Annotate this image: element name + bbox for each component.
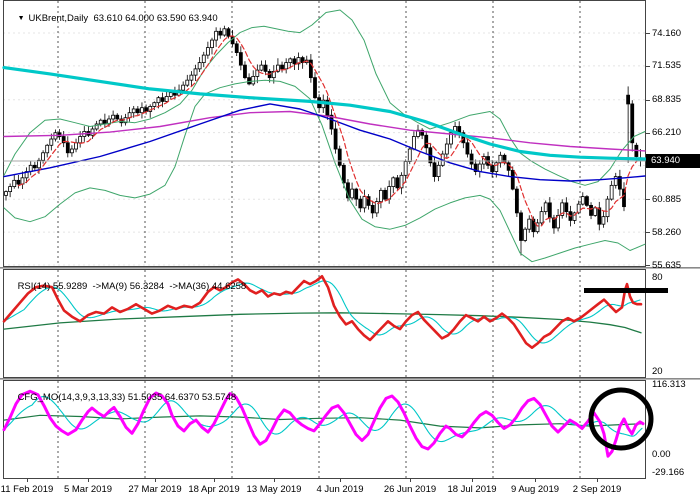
date-axis: 11 Feb 2019 5 Mar 2019 27 Mar 2019 18 Apr 2… [0, 479, 700, 500]
ohlc-values-label: 63.610 64.000 63.590 63.940 [88, 13, 217, 24]
date-tick-label: 9 Aug 2019 [511, 484, 559, 495]
panel-splitter[interactable] [0, 267, 700, 269]
date-tick-label: 2 Sep 2019 [573, 484, 622, 495]
panel-splitter[interactable] [0, 378, 700, 380]
date-tick-label: 5 Mar 2019 [64, 484, 112, 495]
date-tick-mark [597, 479, 598, 482]
cfg-header: CFG_MO(14,3,9,3,13,33) 51.5035 64.6370 5… [7, 381, 236, 414]
current-price-box: 63.940 [646, 154, 700, 168]
date-tick-label: 4 Jun 2019 [316, 484, 363, 495]
ellipse-annotation[interactable] [591, 390, 651, 448]
main-price-chart[interactable] [0, 0, 700, 267]
date-tick-mark [274, 479, 275, 482]
rsi-resistance-trendline[interactable] [584, 288, 668, 293]
date-tick-label: 26 Jun 2019 [384, 484, 436, 495]
date-tick-mark [410, 479, 411, 482]
bollinger-upper-band [4, 10, 645, 185]
chart-title: ▼ UKBrent,Daily 63.610 64.000 63.590 63.9… [7, 2, 218, 35]
date-tick-label: 11 Feb 2019 [1, 484, 54, 495]
date-tick-label: 18 Apr 2019 [188, 484, 239, 495]
rsi-header: RSI(14) 55.9289 ->MA(9) 56.3284 ->MA(36)… [7, 270, 246, 303]
candlesticks [5, 26, 642, 256]
date-tick-mark [340, 479, 341, 482]
ma-cyan-line [4, 68, 645, 159]
date-tick-label: 18 Jul 2019 [447, 484, 496, 495]
date-tick-mark [88, 479, 89, 482]
date-tick-label: 13 May 2019 [247, 484, 302, 495]
date-tick-label: 27 Mar 2019 [128, 484, 181, 495]
ma-red-dashed-line [18, 36, 640, 226]
rsi-header-label: RSI(14) 55.9289 ->MA(9) 56.3284 ->MA(36)… [18, 281, 247, 292]
date-tick-mark [535, 479, 536, 482]
chevron-down-icon[interactable]: ▼ [18, 15, 25, 22]
cfg-header-label: CFG_MO(14,3,9,3,13,33) 51.5035 64.6370 5… [18, 392, 237, 403]
date-tick-mark [214, 479, 215, 482]
date-tick-mark [155, 479, 156, 482]
symbol-period-label: UKBrent,Daily [29, 13, 89, 24]
date-tick-mark [27, 479, 28, 482]
chart-window: ▼ UKBrent,Daily 63.610 64.000 63.590 63.9… [0, 0, 700, 500]
date-tick-mark [472, 479, 473, 482]
